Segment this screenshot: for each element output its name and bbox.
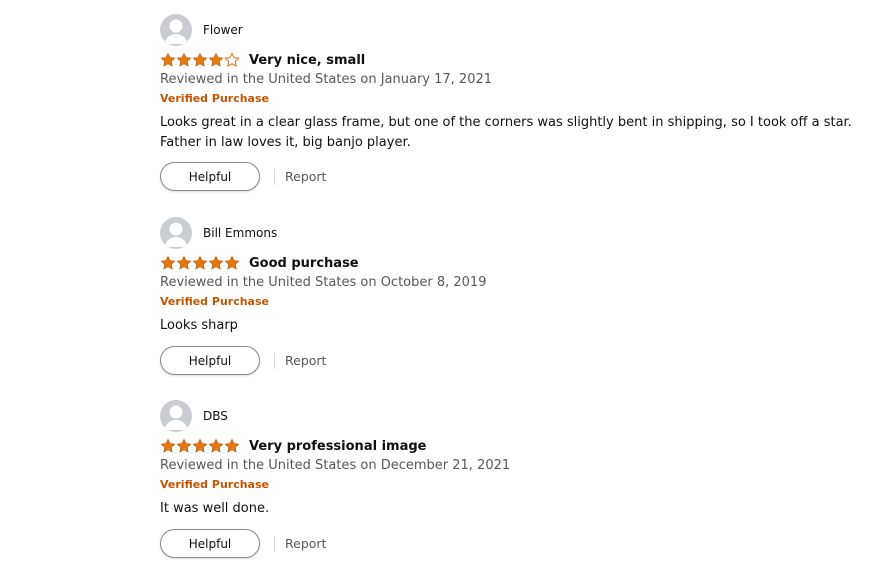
star-rating[interactable] xyxy=(160,438,240,454)
report-link[interactable]: Report xyxy=(285,353,326,368)
review-title[interactable]: Very nice, small xyxy=(249,53,365,68)
review: Bill Emmons Good purchase Reviewed in th… xyxy=(160,217,880,375)
report-link[interactable]: Report xyxy=(285,536,326,551)
star-filled-icon xyxy=(192,255,208,270)
reviewer-name: Bill Emmons xyxy=(203,226,278,240)
star-filled-icon xyxy=(192,438,208,453)
review-body-line: Looks great in a clear glass frame, but … xyxy=(160,115,852,130)
report-link[interactable]: Report xyxy=(285,169,326,184)
review-date: Reviewed in the United States on January… xyxy=(160,72,493,87)
reviewer-profile[interactable]: Bill Emmons xyxy=(160,217,880,249)
avatar-icon xyxy=(160,400,192,432)
divider xyxy=(274,535,275,552)
review-body: Looks great in a clear glass frame, but … xyxy=(160,113,880,153)
review-title[interactable]: Good purchase xyxy=(249,256,359,271)
review-body-line: It was well done. xyxy=(160,501,270,516)
reviewer-profile[interactable]: Flower xyxy=(160,14,880,46)
star-rating[interactable] xyxy=(160,255,240,271)
star-filled-icon xyxy=(160,255,176,270)
star-filled-icon xyxy=(176,255,192,270)
verified-purchase-badge[interactable]: Verified Purchase xyxy=(160,294,880,310)
review-date: Reviewed in the United States on October… xyxy=(160,275,487,290)
helpful-button[interactable]: Helpful xyxy=(160,162,260,191)
review-title[interactable]: Very professional image xyxy=(249,439,426,454)
review-body-line: Looks sharp xyxy=(160,318,238,333)
reviewer-profile[interactable]: DBS xyxy=(160,400,880,432)
avatar-icon xyxy=(160,14,192,46)
review-date: Reviewed in the United States on Decembe… xyxy=(160,458,511,473)
divider xyxy=(274,352,275,369)
verified-purchase-badge[interactable]: Verified Purchase xyxy=(160,91,880,107)
avatar-icon xyxy=(160,217,192,249)
helpful-button[interactable]: Helpful xyxy=(160,529,260,558)
divider xyxy=(274,168,275,185)
review-body-line: Father in law loves it, big banjo player… xyxy=(160,135,411,150)
review-body: It was well done. xyxy=(160,499,880,519)
star-filled-icon xyxy=(160,438,176,453)
star-filled-icon xyxy=(192,52,208,67)
star-empty-icon xyxy=(224,52,240,68)
star-filled-icon xyxy=(208,255,224,270)
helpful-button[interactable]: Helpful xyxy=(160,346,260,375)
review: DBS Very professional image Reviewed in … xyxy=(160,400,880,558)
reviewer-name: DBS xyxy=(203,409,228,423)
star-filled-icon xyxy=(208,438,224,453)
star-filled-icon xyxy=(176,438,192,453)
star-rating[interactable] xyxy=(160,52,240,68)
star-filled-icon xyxy=(160,52,176,67)
star-filled-icon xyxy=(224,255,240,270)
star-filled-icon xyxy=(176,52,192,67)
star-filled-icon xyxy=(208,52,224,67)
review-body: Looks sharp xyxy=(160,316,880,336)
verified-purchase-badge[interactable]: Verified Purchase xyxy=(160,477,880,493)
reviewer-name: Flower xyxy=(203,23,243,37)
review: Flower Very nice, small Reviewed in the … xyxy=(160,14,880,191)
star-filled-icon xyxy=(224,438,240,453)
